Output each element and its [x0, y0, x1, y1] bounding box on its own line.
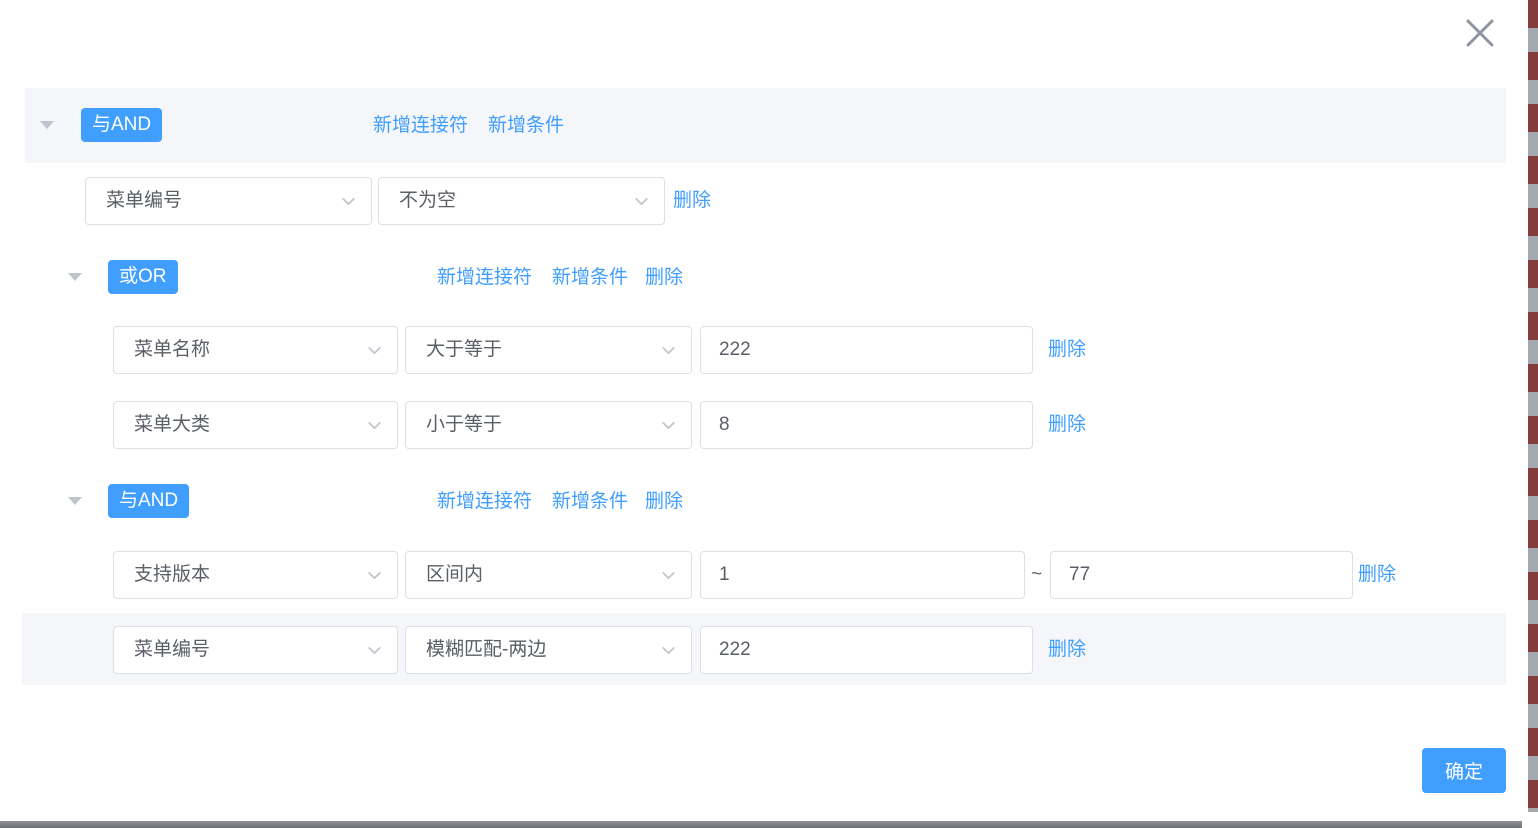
group2-connector-badge[interactable]: 或OR: [108, 260, 178, 294]
group2-add-connector-link[interactable]: 新增连接符: [437, 267, 532, 289]
row3-operator-select[interactable]: 小于等于: [405, 401, 692, 449]
bottom-scrollbar[interactable]: [0, 821, 1522, 828]
group1-add-connector-link[interactable]: 新增连接符: [373, 115, 468, 137]
row3-delete-link[interactable]: 删除: [1048, 414, 1086, 436]
range-separator: ~: [1031, 564, 1042, 586]
row2-operator-value: 大于等于: [426, 327, 502, 373]
confirm-button[interactable]: 确定: [1422, 748, 1506, 793]
chevron-down-icon: [660, 567, 677, 589]
row4-field-value: 支持版本: [134, 552, 210, 598]
row5-field-value: 菜单编号: [134, 627, 210, 673]
row2-delete-link[interactable]: 删除: [1048, 339, 1086, 361]
chevron-down-icon: [660, 342, 677, 364]
close-button[interactable]: [1458, 12, 1502, 56]
row3-value-input[interactable]: [700, 401, 1033, 449]
chevron-down-icon: [660, 417, 677, 439]
row5-operator-select[interactable]: 模糊匹配-两边: [405, 626, 692, 674]
group3-add-condition-link[interactable]: 新增条件: [552, 491, 628, 513]
chevron-down-icon: [340, 193, 357, 215]
row1-delete-link[interactable]: 删除: [673, 190, 711, 212]
row3-field-select[interactable]: 菜单大类: [113, 401, 398, 449]
row4-operator-select[interactable]: 区间内: [405, 551, 692, 599]
row4-operator-value: 区间内: [426, 552, 483, 598]
group2-add-condition-link[interactable]: 新增条件: [552, 267, 628, 289]
group2-collapse-caret-icon[interactable]: [68, 273, 82, 281]
row4-range-from-input[interactable]: [700, 551, 1025, 599]
row4-delete-link[interactable]: 删除: [1358, 564, 1396, 586]
row4-field-select[interactable]: 支持版本: [113, 551, 398, 599]
row2-field-select[interactable]: 菜单名称: [113, 326, 398, 374]
group1-collapse-caret-icon[interactable]: [40, 121, 54, 129]
row2-operator-select[interactable]: 大于等于: [405, 326, 692, 374]
row1-field-value: 菜单编号: [106, 178, 182, 224]
row1-field-select[interactable]: 菜单编号: [85, 177, 372, 225]
group1-add-condition-link[interactable]: 新增条件: [488, 115, 564, 137]
condition-builder-dialog: 与AND 新增连接符 新增条件 菜单编号 不为空 删除 或OR 新增连接符 新增…: [0, 0, 1538, 828]
right-scrollbar[interactable]: [1528, 0, 1538, 812]
row3-operator-value: 小于等于: [426, 402, 502, 448]
group2-delete-link[interactable]: 删除: [645, 267, 683, 289]
group3-connector-badge[interactable]: 与AND: [108, 484, 189, 518]
row3-field-value: 菜单大类: [134, 402, 210, 448]
row5-operator-value: 模糊匹配-两边: [426, 627, 546, 673]
row2-value-input[interactable]: [700, 326, 1033, 374]
row1-operator-value: 不为空: [399, 178, 456, 224]
row5-field-select[interactable]: 菜单编号: [113, 626, 398, 674]
group1-header-band: [25, 88, 1506, 163]
row1-operator-select[interactable]: 不为空: [378, 177, 665, 225]
row4-range-to-input[interactable]: [1050, 551, 1353, 599]
close-icon: [1463, 38, 1497, 53]
chevron-down-icon: [366, 417, 383, 439]
row2-field-value: 菜单名称: [134, 327, 210, 373]
row5-value-input[interactable]: [700, 626, 1033, 674]
chevron-down-icon: [660, 642, 677, 664]
row5-delete-link[interactable]: 删除: [1048, 639, 1086, 661]
chevron-down-icon: [366, 567, 383, 589]
chevron-down-icon: [633, 193, 650, 215]
group3-add-connector-link[interactable]: 新增连接符: [437, 491, 532, 513]
group3-collapse-caret-icon[interactable]: [68, 497, 82, 505]
group1-connector-badge[interactable]: 与AND: [81, 108, 162, 142]
chevron-down-icon: [366, 642, 383, 664]
chevron-down-icon: [366, 342, 383, 364]
group3-delete-link[interactable]: 删除: [645, 491, 683, 513]
